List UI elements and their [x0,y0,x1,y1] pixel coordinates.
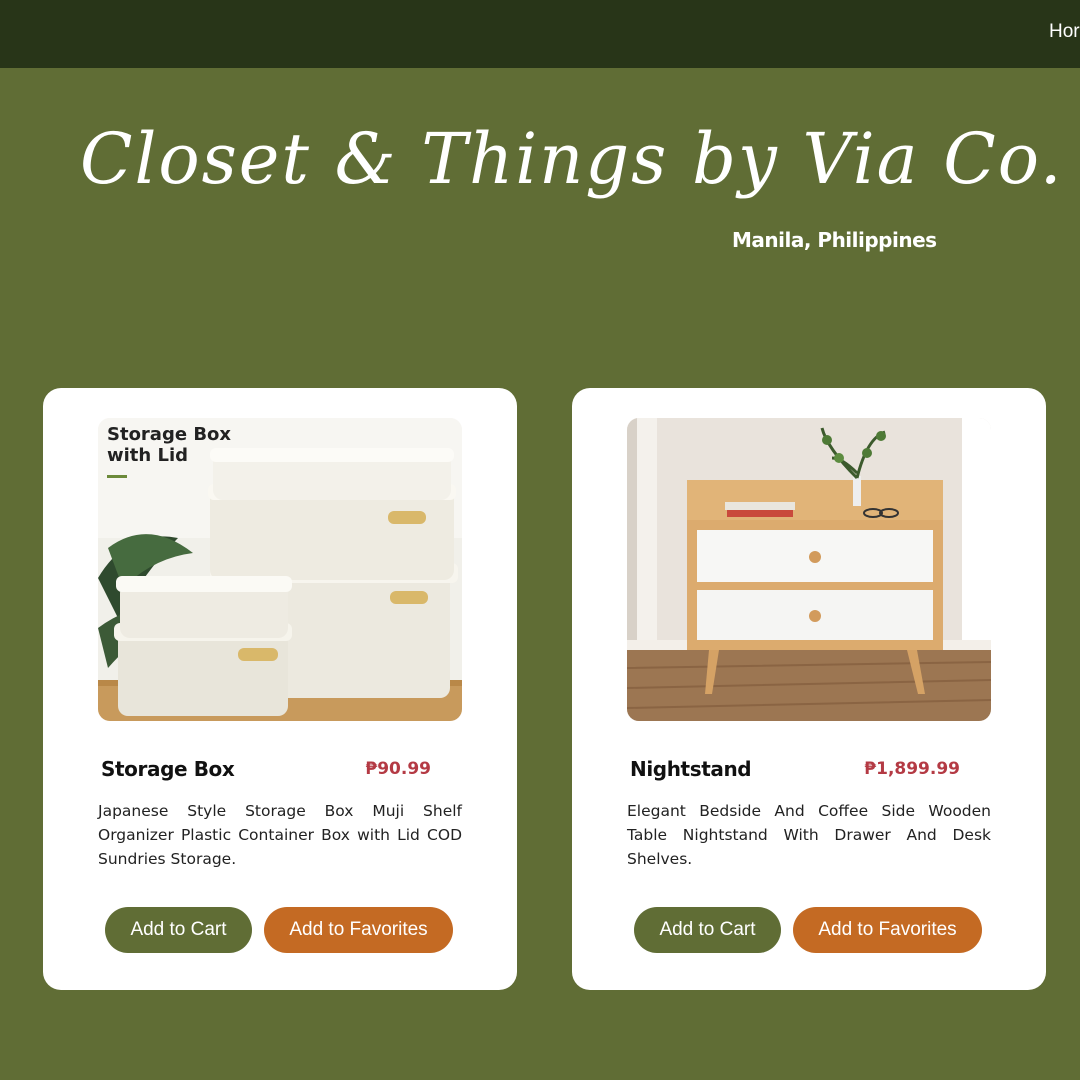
add-to-favorites-button[interactable]: Add to Favorites [264,907,453,953]
product-image-storage-box[interactable]: Storage Box with Lid [98,418,462,721]
product-description: Japanese Style Storage Box Muji Shelf Or… [98,802,462,868]
product-name: Storage Box [101,757,235,781]
add-to-cart-button[interactable]: Add to Cart [105,907,252,953]
brand-location: Manila, Philippines [732,228,937,252]
product-price: ₱90.99 [365,759,431,779]
brand-title: Closet & Things by Via Co. [80,118,1064,200]
nightstand-photo [627,418,991,721]
image-caption: Storage Box with Lid [107,424,232,466]
product-card-storage-box: Storage Box with Lid Storage Box ₱90.99 … [43,388,517,990]
product-price: ₱1,899.99 [864,759,960,779]
product-name: Nightstand [630,757,752,781]
top-navbar: Hor [0,0,1080,68]
product-description: Elegant Bedside And Coffee Side Wooden T… [627,802,991,868]
add-to-cart-button[interactable]: Add to Cart [634,907,781,953]
product-card-nightstand: Nightstand ₱1,899.99 Elegant Bedside And… [572,388,1046,990]
nav-link-home[interactable]: Hor [1049,21,1080,43]
add-to-favorites-button[interactable]: Add to Favorites [793,907,982,953]
product-image-nightstand[interactable] [627,418,991,721]
